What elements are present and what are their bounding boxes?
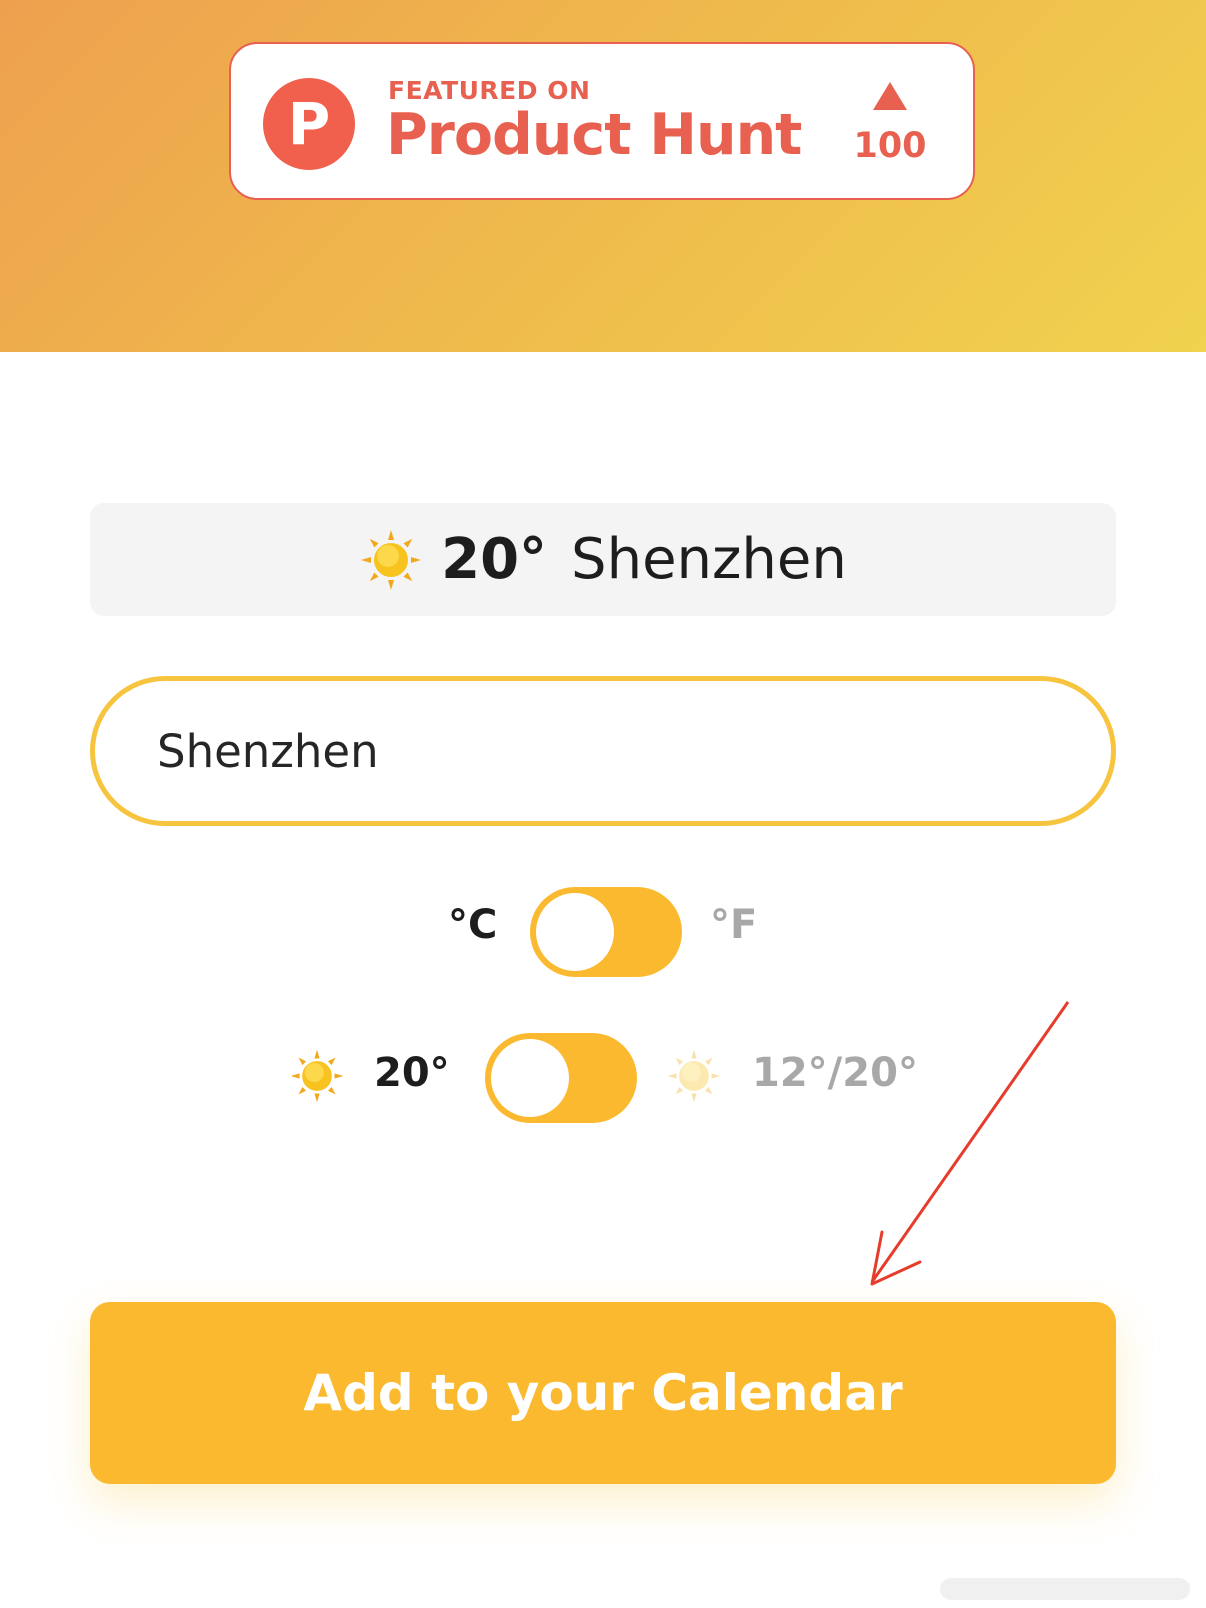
- sun-icon: [290, 1049, 344, 1103]
- city-search-input[interactable]: [90, 676, 1116, 826]
- current-temperature-option: 20°: [374, 1050, 450, 1096]
- add-to-calendar-button[interactable]: Add to your Calendar: [90, 1302, 1116, 1484]
- temperature-range-option: 12°/20°: [752, 1050, 918, 1096]
- unit-toggle[interactable]: [530, 887, 682, 977]
- current-city: Shenzhen: [571, 527, 847, 592]
- upvote-counter: 100: [849, 74, 931, 174]
- toggle-knob: [536, 893, 614, 971]
- featured-on-label: FEATURED ON: [388, 76, 591, 105]
- temperature-display-toggle[interactable]: [485, 1033, 637, 1123]
- product-hunt-badge[interactable]: P FEATURED ON Product Hunt 100: [229, 42, 975, 200]
- sun-icon: [361, 529, 422, 590]
- hero-banner: P FEATURED ON Product Hunt 100: [0, 0, 1206, 352]
- watermark: [940, 1578, 1190, 1600]
- current-temperature: 20°: [441, 527, 548, 592]
- sun-icon: [667, 1049, 721, 1103]
- product-hunt-name: Product Hunt: [386, 102, 802, 168]
- weather-preview-card: 20° Shenzhen: [90, 503, 1116, 616]
- product-hunt-logo: P: [263, 78, 355, 170]
- product-hunt-logo-letter: P: [287, 90, 331, 158]
- upvote-count: 100: [853, 126, 927, 166]
- toggle-knob: [491, 1039, 569, 1117]
- fahrenheit-label: °F: [710, 902, 758, 948]
- celsius-label: °C: [448, 902, 498, 948]
- triangle-up-icon: [873, 82, 907, 110]
